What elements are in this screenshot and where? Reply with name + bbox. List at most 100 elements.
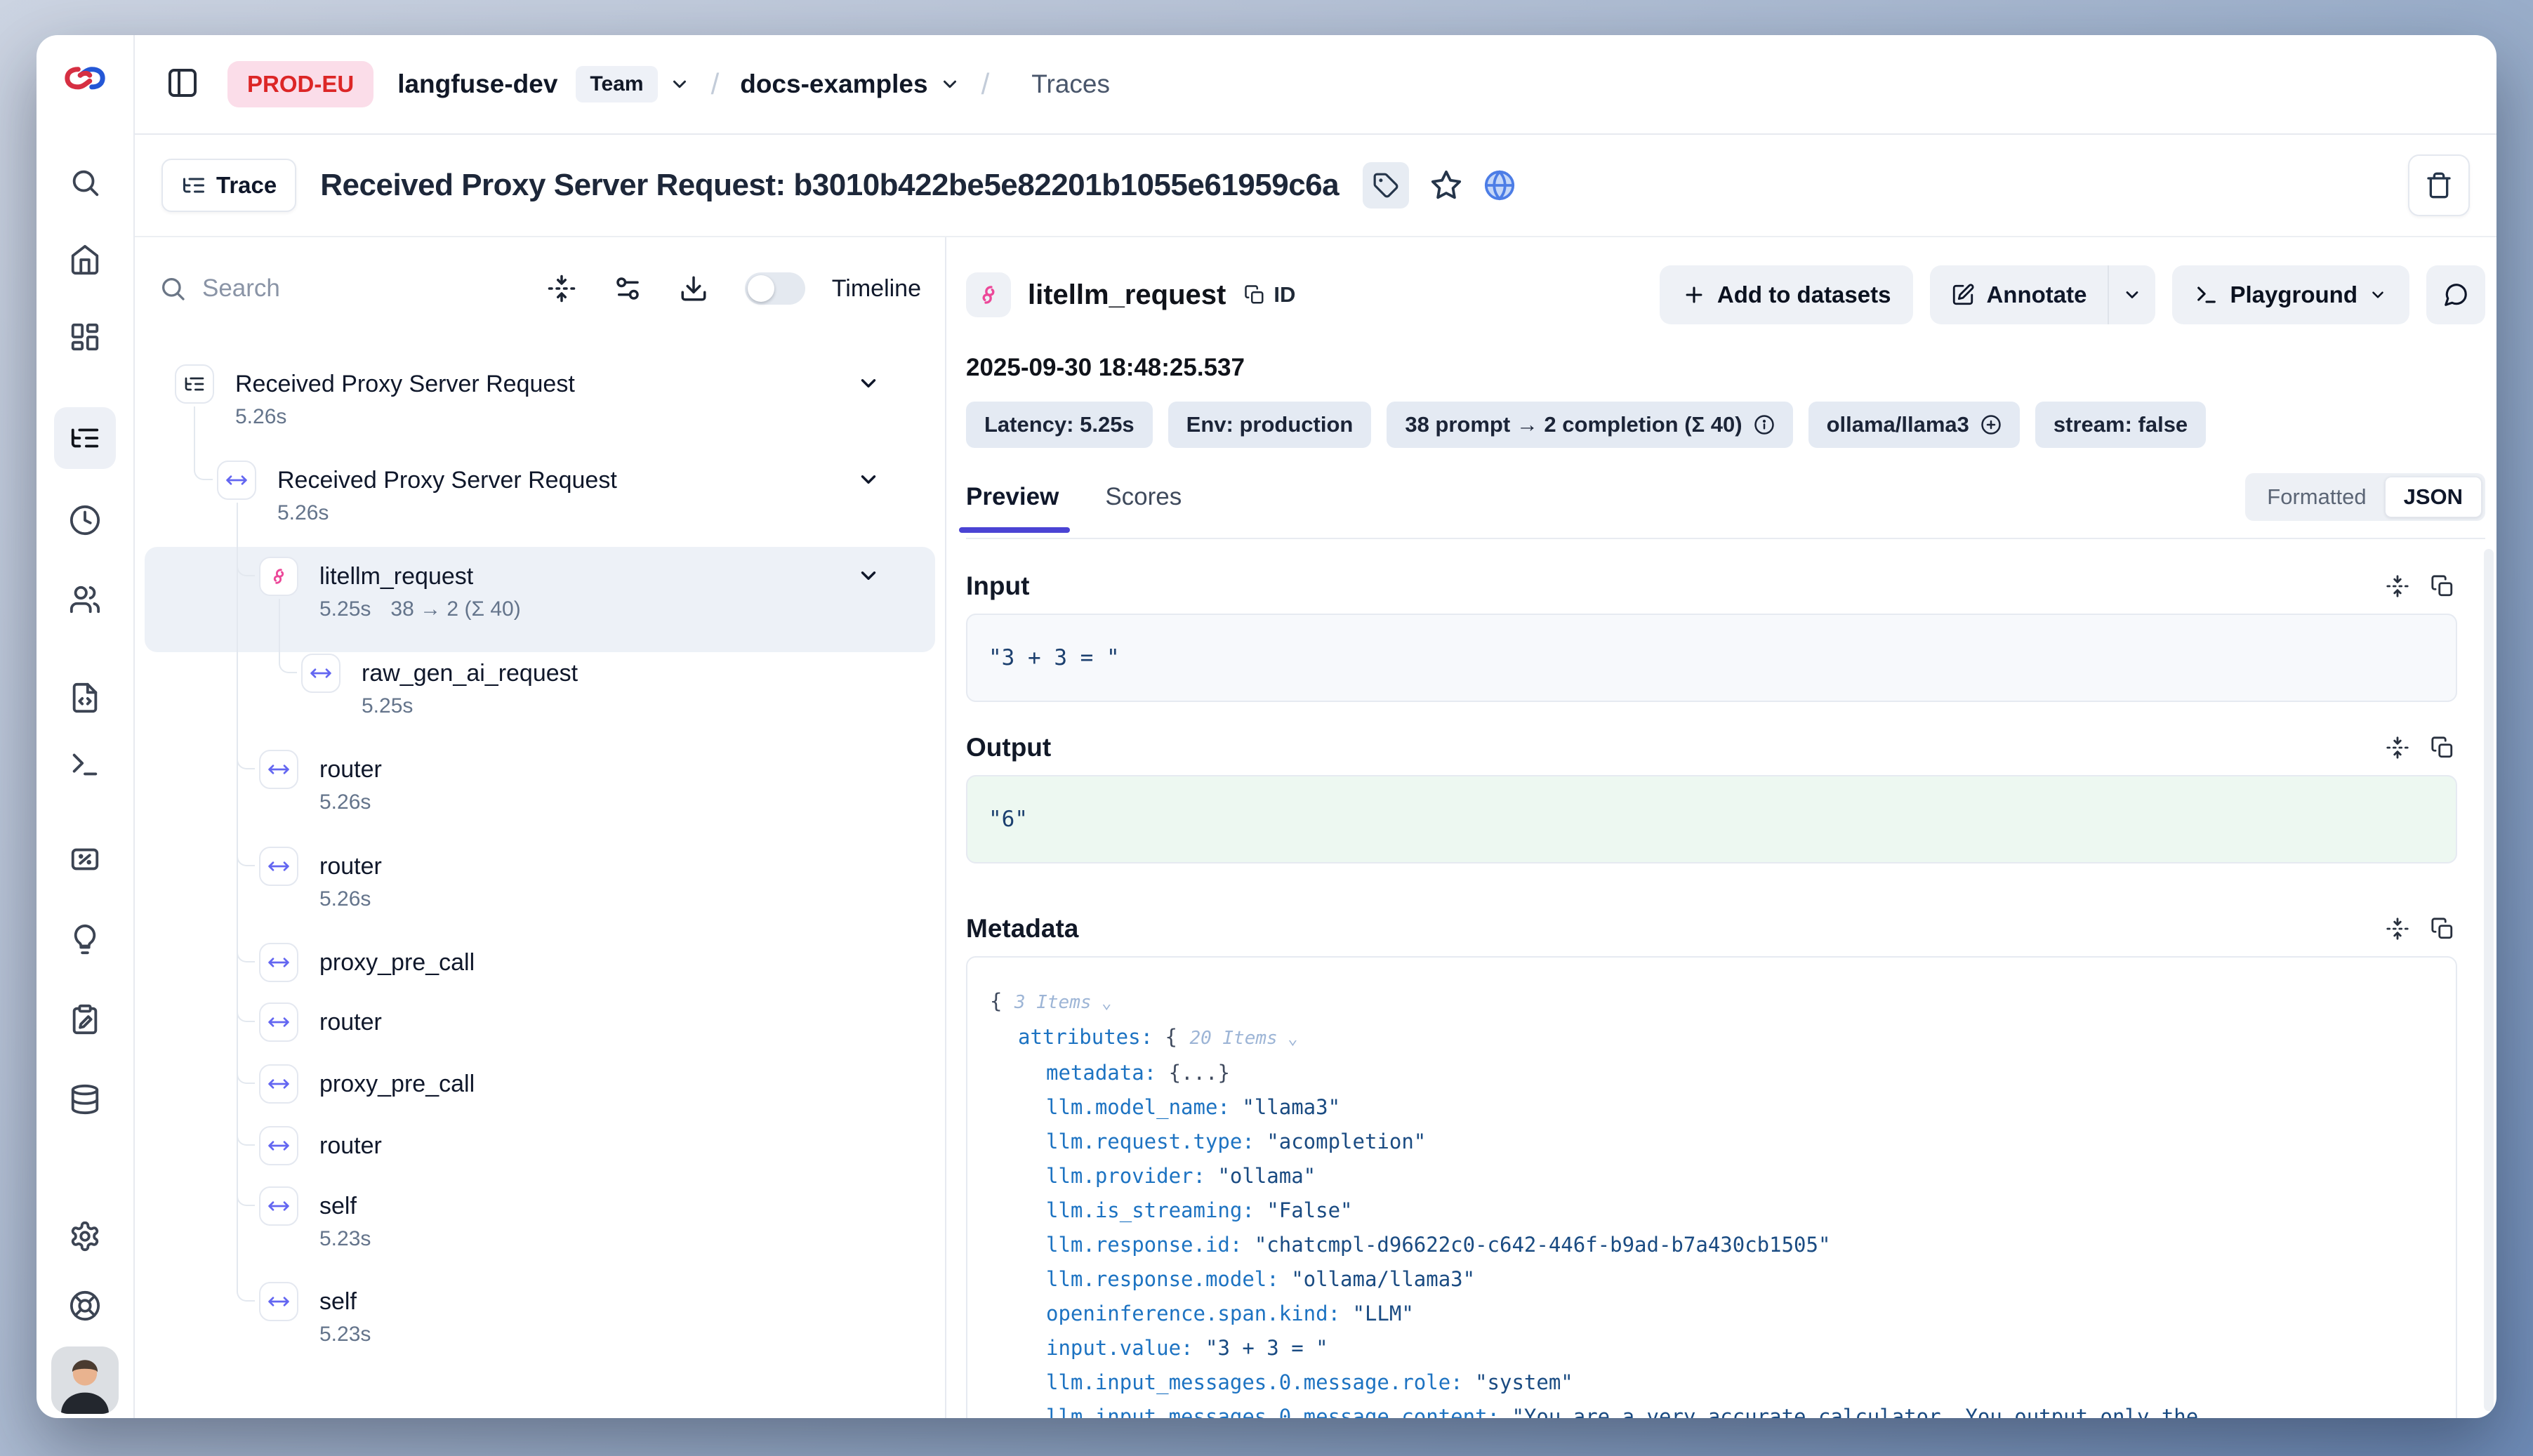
tab-scores[interactable]: Scores	[1105, 483, 1182, 511]
copy-id-button[interactable]: ID	[1244, 282, 1295, 307]
json-line: llm.request.type: "acompletion"	[967, 1125, 2456, 1159]
json-items-count[interactable]: 3 Items	[1014, 992, 1092, 1013]
badge-label: 38 prompt → 2 completion (Σ 40)	[1405, 412, 1742, 437]
star-icon[interactable]	[1430, 169, 1462, 201]
public-globe-icon[interactable]	[1483, 169, 1516, 201]
format-option-formatted[interactable]: Formatted	[2249, 477, 2384, 517]
tree-item-label: Received Proxy Server Request	[277, 461, 617, 500]
sidebar-item-home[interactable]	[54, 229, 116, 291]
trace-type-chip[interactable]: Trace	[161, 159, 296, 212]
tree-item-label: router	[319, 1002, 382, 1042]
sidebar-item-annotations[interactable]	[54, 988, 116, 1050]
json-key: attributes:	[1018, 1025, 1165, 1049]
title-actions	[1363, 162, 1516, 209]
tab-preview[interactable]: Preview	[966, 483, 1059, 511]
sidebar-item-support[interactable]	[54, 1275, 116, 1337]
sidebar-item-tracing[interactable]	[54, 407, 116, 469]
playground-button[interactable]: Playground	[2172, 265, 2409, 324]
tree-item-received-proxy-server-request[interactable]: Received Proxy Server Request5.26s	[135, 364, 945, 429]
json-value: "chatcmpl-d96622c0-c642-446f-b9ad-b7a430…	[1255, 1233, 1831, 1257]
breadcrumb-section[interactable]: Traces	[1031, 70, 1110, 99]
sidebar	[37, 35, 135, 1418]
plus-circle-icon[interactable]	[1980, 414, 2002, 435]
json-key: metadata:	[1046, 1061, 1169, 1085]
project-name[interactable]: docs-examples	[740, 70, 927, 99]
page-title: Received Proxy Server Request: b3010b422…	[320, 168, 1339, 203]
tree-settings-icon[interactable]	[613, 274, 642, 303]
environment-badge[interactable]: PROD-EU	[227, 61, 373, 107]
format-toggle: FormattedJSON	[2245, 473, 2485, 521]
json-collapse-icon[interactable]: ⌄	[1092, 993, 1112, 1012]
sidebar-item-evals[interactable]	[54, 828, 116, 890]
annotate-dropdown-button[interactable]	[2109, 265, 2155, 324]
tree-item-router[interactable]: router5.26s	[135, 750, 945, 814]
dashboard-icon	[69, 321, 101, 353]
chevron-down-icon[interactable]	[857, 564, 880, 588]
search-input[interactable]	[202, 274, 413, 303]
timeline-label: Timeline	[832, 275, 921, 303]
database-icon	[69, 1083, 101, 1116]
input-title: Input	[966, 571, 1029, 601]
chevron-down-icon[interactable]	[857, 371, 880, 395]
tree-item-label: raw_gen_ai_request	[362, 654, 578, 693]
tree-item-raw-gen-ai-request[interactable]: raw_gen_ai_request5.25s	[135, 654, 945, 718]
langfuse-logo-icon[interactable]	[63, 63, 107, 94]
tree-item-router[interactable]: router5.26s	[135, 847, 945, 911]
sidebar-item-users[interactable]	[54, 569, 116, 630]
json-value: "You are a very accurate calculator. You…	[1512, 1405, 2198, 1418]
tree-item-router[interactable]: router	[135, 1002, 945, 1042]
span-icon	[259, 1002, 298, 1042]
tree-item-proxy-pre-call[interactable]: proxy_pre_call	[135, 943, 945, 982]
scrollbar[interactable]	[2484, 549, 2494, 1411]
sidebar-item-insights[interactable]	[54, 908, 116, 970]
tree-item-duration: 5.23s	[319, 1227, 371, 1251]
user-avatar[interactable]	[51, 1346, 119, 1414]
tag-icon[interactable]	[1363, 162, 1409, 209]
comments-button[interactable]	[2426, 265, 2485, 324]
sidebar-item-prompts[interactable]	[54, 667, 116, 729]
tree-item-self[interactable]: self5.23s	[135, 1186, 945, 1251]
sidebar-toggle-icon[interactable]	[166, 66, 202, 102]
sidebar-item-sessions[interactable]	[54, 489, 116, 551]
app-window: PROD-EU langfuse-dev Team / docs-example…	[37, 35, 2496, 1418]
observation-badges: Latency: 5.25sEnv: production38 prompt →…	[966, 402, 2485, 448]
chevron-down-icon[interactable]	[857, 468, 880, 491]
annotate-button[interactable]: Annotate	[1930, 265, 2108, 324]
tree-item-litellm-request[interactable]: litellm_request5.25s38 → 2 (Σ 40)	[135, 547, 945, 621]
info-icon[interactable]	[1754, 414, 1775, 435]
project-chevron-icon[interactable]	[939, 74, 960, 95]
observation-badge: Latency: 5.25s	[966, 402, 1153, 448]
format-option-json[interactable]: JSON	[2385, 477, 2482, 517]
org-chevron-icon[interactable]	[669, 74, 690, 95]
add-to-datasets-button[interactable]: Add to datasets	[1660, 265, 1914, 324]
collapse-all-icon[interactable]	[547, 274, 576, 303]
tree-item-proxy-pre-call[interactable]: proxy_pre_call	[135, 1064, 945, 1104]
json-value: "ollama"	[1217, 1164, 1316, 1188]
tree-item-router[interactable]: router	[135, 1126, 945, 1165]
span-icon	[259, 1282, 298, 1321]
json-collapse-icon[interactable]: ⌄	[1278, 1028, 1298, 1048]
json-items-count[interactable]: 20 Items	[1189, 1028, 1277, 1049]
sidebar-item-settings[interactable]	[54, 1205, 116, 1267]
trace-tree: Received Proxy Server Request5.26sReceiv…	[135, 340, 945, 1418]
sidebar-item-datasets[interactable]	[54, 1068, 116, 1130]
copy-icon	[2431, 917, 2454, 941]
span-icon	[259, 1064, 298, 1104]
copy-icon	[2431, 736, 2454, 760]
sidebar-item-search[interactable]	[54, 152, 116, 213]
sidebar-item-playground[interactable]	[54, 734, 116, 795]
org-type-chip: Team	[576, 66, 657, 102]
main-column: PROD-EU langfuse-dev Team / docs-example…	[135, 35, 2496, 1418]
org-name[interactable]: langfuse-dev	[397, 70, 557, 99]
download-icon[interactable]	[679, 274, 708, 303]
tree-item-label: router	[319, 750, 382, 789]
sidebar-item-dashboard[interactable]	[54, 306, 116, 368]
tree-item-self[interactable]: self5.23s	[135, 1282, 945, 1346]
json-key: llm.request.type:	[1046, 1130, 1266, 1153]
json-value: "llama3"	[1242, 1095, 1340, 1119]
json-brace: {	[1165, 1025, 1190, 1049]
delete-trace-button[interactable]	[2408, 154, 2470, 216]
json-key: llm.response.model:	[1046, 1267, 1291, 1291]
tree-item-received-proxy-server-request[interactable]: Received Proxy Server Request5.26s	[135, 461, 945, 525]
timeline-toggle[interactable]	[745, 272, 805, 305]
